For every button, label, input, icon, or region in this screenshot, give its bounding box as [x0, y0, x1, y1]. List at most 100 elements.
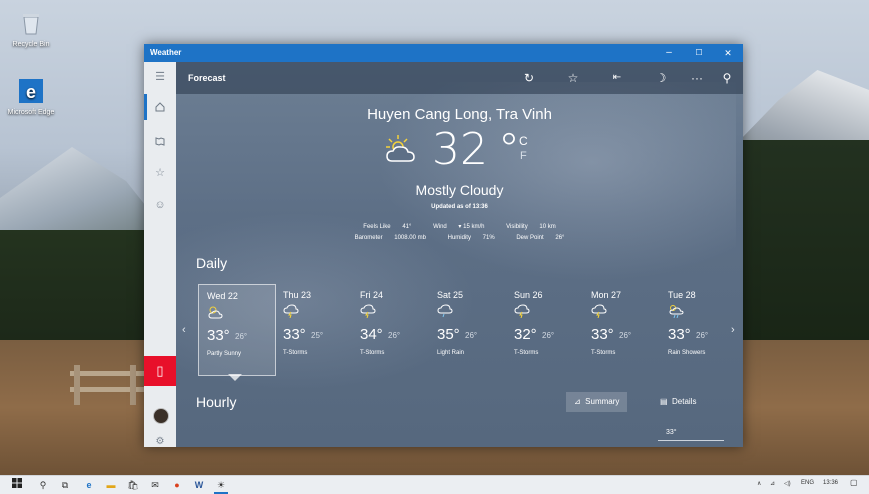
summary-label: Summary [585, 397, 620, 406]
sidebar-item-favorites[interactable]: ☆ [144, 160, 176, 186]
detail-label: Barometer [354, 235, 383, 241]
daily-forecast-day[interactable]: Tue 28 33° 26° Rain Showers [660, 284, 736, 374]
app-toolbar: Forecast ↻ ☆ ⇤ ☽ ··· ⚲ [176, 62, 743, 94]
daily-forecast-day[interactable]: Sat 25 35° 26° Light Rain [429, 284, 505, 374]
unit-fahrenheit[interactable]: F [520, 150, 527, 162]
title-bar[interactable]: Weather – ☐ ✕ [144, 44, 743, 62]
search-icon[interactable]: ⚲ [36, 478, 50, 492]
detail-value: ▾ 15 km/h [458, 224, 485, 230]
daily-forecast-day[interactable]: Wed 22 33° 26° Partly Sunny [198, 284, 276, 376]
light-rain-icon [437, 304, 453, 318]
search-icon[interactable]: ⚲ [716, 68, 738, 88]
rain-showers-icon [668, 304, 684, 319]
selected-day-pointer [228, 374, 242, 381]
maximize-button[interactable]: ☐ [684, 44, 714, 62]
sidebar-item-forecast[interactable] [144, 94, 176, 120]
chevron-left-icon[interactable]: ‹ [182, 324, 186, 336]
detail-label: Wind [433, 224, 447, 230]
pin-icon[interactable]: ⇤ [606, 68, 628, 88]
hourly-value: 33° [666, 429, 677, 436]
clock[interactable]: 13:36 [823, 480, 838, 486]
day-low-temp: 26° [696, 331, 709, 340]
detail-value: 1008.00 mb [394, 235, 426, 241]
word-icon[interactable]: W [192, 478, 206, 492]
desktop-icon-edge[interactable]: e Microsoft Edge [6, 78, 56, 117]
day-high-temp: 33° [207, 327, 230, 344]
mostly-cloudy-icon [386, 135, 415, 162]
day-name: Thu 23 [283, 290, 312, 300]
details-row-1: Feels Like 41° Wind ▾ 15 km/h Visibility… [176, 223, 743, 230]
day-low-temp: 26° [235, 332, 248, 341]
chrome-icon[interactable]: ● [170, 478, 184, 492]
day-high-temp: 33° [591, 326, 614, 343]
minimize-button[interactable]: – [654, 44, 684, 62]
mail-icon[interactable]: ✉ [148, 478, 162, 492]
fence [70, 365, 150, 405]
day-low-temp: 26° [388, 331, 401, 340]
edge-icon: e [19, 79, 43, 103]
thunderstorm-icon [283, 304, 299, 319]
summary-button[interactable]: ⊿ Summary [566, 392, 628, 412]
daily-forecast-day[interactable]: Mon 27 33° 26° T-Storms [583, 284, 659, 374]
day-high-temp: 33° [283, 326, 306, 343]
notifications-icon[interactable]: ▢ [850, 478, 858, 487]
partly-sunny-icon [207, 305, 223, 319]
weather-window: Weather – ☐ ✕ ☰ ☆ ☺ ▯ ⚙ Forecast ↻ ☆ ⇤ ☽… [144, 44, 743, 447]
daily-heading: Daily [196, 255, 228, 271]
menu-icon[interactable]: ☰ [144, 64, 176, 90]
page-title: Forecast [188, 73, 226, 83]
task-view-icon[interactable]: ⧉ [58, 478, 72, 492]
day-name: Sun 26 [514, 290, 543, 300]
avatar[interactable] [153, 408, 169, 424]
network-icon[interactable]: ⊿ [770, 480, 775, 487]
day-name: Tue 28 [668, 290, 696, 300]
detail-label: Humidity [447, 235, 471, 241]
sidebar-item-phone[interactable]: ▯ [144, 356, 176, 386]
more-icon[interactable]: ··· [686, 68, 708, 88]
desktop-icon-recycle-bin[interactable]: Recycle Bin [6, 10, 56, 49]
refresh-icon[interactable]: ↻ [518, 68, 540, 88]
daily-forecast-day[interactable]: Fri 24 34° 26° T-Storms [352, 284, 428, 374]
desktop-icon-label: Microsoft Edge [7, 109, 55, 116]
sidebar-item-maps[interactable] [144, 128, 176, 154]
day-high-temp: 35° [437, 326, 460, 343]
unit-celsius[interactable]: C [519, 134, 528, 148]
day-low-temp: 26° [542, 331, 555, 340]
day-condition: Rain Showers [668, 350, 706, 356]
detail-value: 26° [555, 235, 565, 241]
dark-mode-icon[interactable]: ☽ [650, 68, 672, 88]
day-name: Fri 24 [360, 290, 384, 300]
sidebar-item-feedback[interactable]: ☺ [144, 192, 176, 218]
store-icon[interactable]: 🛍 [126, 478, 140, 492]
language-indicator[interactable]: ENG [801, 480, 814, 486]
hourly-chart-line [658, 440, 724, 441]
settings-icon[interactable]: ⚙ [144, 436, 176, 447]
volume-icon[interactable]: ◁) [784, 480, 791, 487]
detail-label: Visibility [506, 224, 528, 230]
details-button[interactable]: ▤ Details [652, 392, 704, 412]
daily-forecast-day[interactable]: Thu 23 33° 25° T-Storms [275, 284, 351, 374]
condition-text: Mostly Cloudy [415, 182, 504, 198]
day-condition: T-Storms [360, 350, 385, 356]
close-button[interactable]: ✕ [713, 44, 743, 62]
weather-app-icon[interactable]: ☀ [214, 478, 228, 494]
details-row-2: Barometer 1008.00 mb Humidity 71% Dew Po… [176, 235, 743, 241]
daily-forecast-day[interactable]: Sun 26 32° 26° T-Storms [506, 284, 582, 374]
updated-time: Updated as of 13:36 [431, 204, 488, 210]
detail-value: 41° [402, 224, 412, 230]
favorite-icon[interactable]: ☆ [562, 68, 584, 88]
day-name: Wed 22 [207, 291, 238, 301]
nav-sidebar: ☰ ☆ ☺ ▯ ⚙ [144, 62, 176, 447]
file-explorer-icon[interactable]: ▬ [104, 478, 118, 492]
chart-icon: ⊿ [574, 397, 581, 406]
start-icon[interactable] [10, 478, 24, 492]
favorites-icon: ☆ [155, 167, 165, 179]
tray-chevron-up-icon[interactable]: ∧ [757, 480, 761, 487]
detail-label: Feels Like [363, 224, 391, 230]
desktop-icon-label: Recycle Bin [12, 41, 50, 48]
temperature-value: 32 [432, 124, 488, 175]
phone-icon: ▯ [156, 363, 164, 378]
edge-icon[interactable]: e [82, 478, 96, 492]
day-condition: T-Storms [283, 350, 308, 356]
day-high-temp: 34° [360, 326, 383, 343]
